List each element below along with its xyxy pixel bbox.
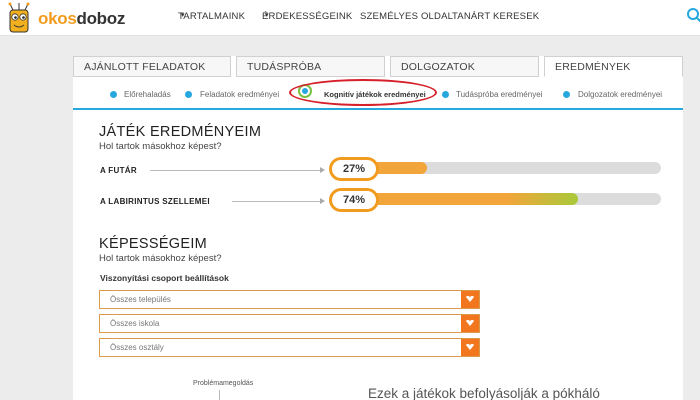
percent-badge: 74%	[329, 188, 379, 212]
subtab-dolgozatok-eredmenyei[interactable]: Dolgozatok eredményei	[578, 90, 662, 99]
arrow-line	[232, 201, 320, 202]
nav-item-label: ÉRDEKESSÉGEINK	[262, 11, 353, 22]
subtab-feladatok-eredmenyei[interactable]: Feladatok eredményei	[200, 90, 279, 99]
search-icon[interactable]	[686, 7, 700, 25]
arrow-right-icon	[320, 167, 325, 173]
dropdown-button[interactable]	[461, 291, 479, 308]
subtab-elorehaladas[interactable]: Előrehaladás	[124, 90, 171, 99]
logo[interactable]: okosdoboz	[4, 2, 125, 35]
games-subtitle: Hol tartok másokhoz képest?	[99, 141, 222, 152]
settlement-select[interactable]: Összes település	[99, 290, 480, 309]
school-select[interactable]: Összes iskola	[99, 314, 480, 333]
select-value: Összes osztály	[110, 343, 164, 352]
skills-title: KÉPESSÉGEIM	[99, 236, 208, 252]
percent-badge: 27%	[329, 157, 379, 181]
tab-tudasproba[interactable]: TUDÁSPRÓBA	[236, 56, 385, 77]
heart-chevron-icon	[466, 320, 474, 326]
highlight-oval	[289, 79, 437, 106]
brand-name: okosdoboz	[38, 9, 125, 29]
subtab-tudasproba-eredmenyei[interactable]: Tudáspróba eredményei	[456, 90, 542, 99]
bullet-dot-icon	[442, 91, 449, 98]
chevron-down-icon: ▾	[265, 12, 269, 19]
brand-part-2: doboz	[76, 8, 126, 28]
skills-subtitle: Hol tartok másokhoz képest?	[99, 253, 222, 264]
brand-part-1: okos	[38, 8, 77, 28]
bullet-dot-icon	[185, 91, 192, 98]
arrow-line	[150, 170, 320, 171]
dropdown-button[interactable]	[461, 339, 479, 356]
radar-axis-label: Problémamegoldás	[193, 380, 254, 387]
tab-ajanlott-feladatok[interactable]: AJÁNLOTT FELADATOK	[73, 56, 231, 77]
tab-bar: AJÁNLOTT FELADATOK TUDÁSPRÓBA DOLGOZATOK…	[73, 56, 683, 77]
tab-dolgozatok[interactable]: DOLGOZATOK	[390, 56, 539, 77]
dropdown-button[interactable]	[461, 315, 479, 332]
radar-axis	[219, 390, 220, 400]
nav-item-szemelyes-oldal[interactable]: SZEMÉLYES OLDAL	[360, 11, 453, 22]
heart-chevron-icon	[466, 296, 474, 302]
mascot-icon	[8, 2, 30, 33]
games-title: JÁTÉK EREDMÉNYEIM	[99, 124, 262, 140]
nav-item-label: TARTALMAINK	[178, 11, 246, 22]
select-value: Összes település	[110, 295, 171, 304]
game-label-labirintus: A LABIRINTUS SZELLEMEI	[100, 197, 210, 206]
spiderweb-caption: Ezek a játékok befolyásolják a pókháló	[368, 386, 600, 400]
chevron-down-icon: ▾	[181, 12, 185, 19]
bullet-dot-icon	[563, 91, 570, 98]
select-value: Összes iskola	[110, 319, 160, 328]
top-bar: okosdoboz TARTALMAINK ▾ ÉRDEKESSÉGEINK ▾ S…	[0, 0, 700, 36]
comparison-group-label: Viszonyítási csoport beállítások	[100, 273, 229, 283]
arrow-right-icon	[320, 198, 325, 204]
class-select[interactable]: Összes osztály	[99, 338, 480, 357]
nav-item-tanart-keresek[interactable]: TANÁRT KERESEK	[452, 11, 539, 22]
game-label-futar: A FUTÁR	[100, 166, 137, 175]
bullet-dot-icon	[110, 91, 117, 98]
heart-chevron-icon	[466, 344, 474, 350]
tab-eredmenyek[interactable]: EREDMÉNYEK	[544, 56, 683, 77]
